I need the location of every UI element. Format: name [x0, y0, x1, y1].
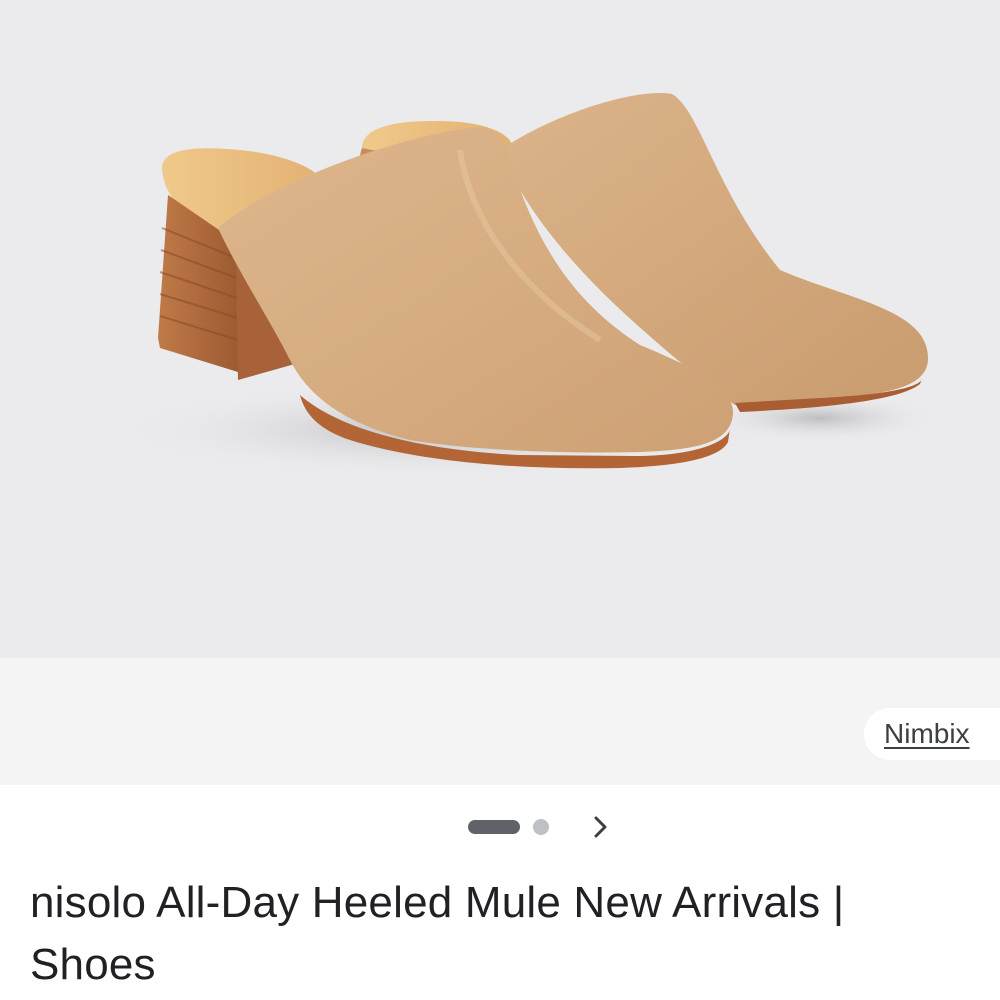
image-result-page: Nimbix nisolo All-Day Heeled Mule New Ar…: [0, 0, 1000, 1000]
chevron-right-icon[interactable]: [586, 812, 616, 842]
carousel-dot-active[interactable]: [468, 820, 520, 834]
mule-shoe-image: [110, 93, 940, 478]
carousel-dot[interactable]: [533, 819, 549, 835]
image-caption-strip: [0, 658, 1000, 785]
result-title[interactable]: nisolo All-Day Heeled Mule New Arrivals …: [30, 872, 980, 996]
source-link[interactable]: Nimbix: [864, 708, 1000, 760]
product-image[interactable]: [0, 0, 1000, 658]
